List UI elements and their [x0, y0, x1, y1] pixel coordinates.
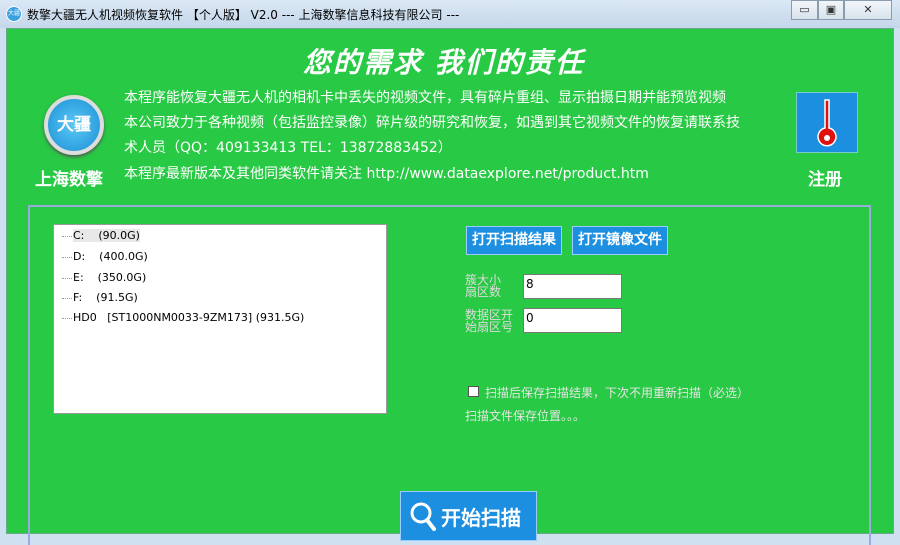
slogan: 您的需求 我们的责任: [303, 46, 585, 79]
start-scan-label: 开始扫描: [441, 505, 521, 530]
search-icon: [410, 502, 436, 531]
open-scan-result-button[interactable]: 打开扫描结果: [466, 226, 562, 255]
title-bar: 大疆 数擎大疆无人机视频恢复软件 【个人版】 V2.0 --- 上海数擎信息科技…: [0, 0, 900, 28]
close-button[interactable]: ✕: [844, 0, 892, 20]
data-start-input[interactable]: 0: [523, 308, 622, 333]
drive-item[interactable]: E: (350.0G): [62, 271, 146, 284]
maximize-button[interactable]: ▣: [818, 0, 844, 20]
data-start-label: 数据区开始扇区号: [465, 308, 514, 334]
drive-tree[interactable]: C: (90.0G) D: (400.0G) E: (350.0G) F: (9…: [53, 224, 387, 414]
drive-item[interactable]: HD0 [ST1000NM0033-9ZM173] (931.5G): [62, 311, 304, 324]
minimize-button[interactable]: ▭: [791, 0, 818, 20]
key-icon: [817, 98, 837, 147]
register-label[interactable]: 注册: [808, 165, 842, 190]
window-title: 数擎大疆无人机视频恢复软件 【个人版】 V2.0 --- 上海数擎信息科技有限公…: [27, 8, 460, 22]
save-scan-label[interactable]: 扫描后保存扫描结果，下次不用重新扫描（必选）: [485, 384, 749, 401]
main-window: 您的需求 我们的责任 大疆 上海数擎 本程序能恢复大疆无人机的相机卡中丢失的视频…: [6, 28, 894, 545]
drive-item[interactable]: C: (90.0G): [62, 229, 140, 242]
app-icon: 大疆: [6, 6, 22, 22]
company-name: 上海数擎: [35, 170, 103, 190]
open-image-file-button[interactable]: 打开镜像文件: [572, 226, 668, 255]
save-location-link[interactable]: 扫描文件保存位置。。。: [465, 407, 585, 424]
register-button[interactable]: [796, 92, 858, 153]
cluster-size-label: 簇大小扇区数: [465, 273, 502, 299]
info-line: 本程序能恢复大疆无人机的相机卡中丢失的视频文件，具有碎片重组、显示拍摄日期并能预…: [124, 90, 726, 106]
drive-item[interactable]: F: (91.5G): [62, 291, 138, 304]
drive-item[interactable]: D: (400.0G): [62, 250, 148, 263]
info-line: 术人员（QQ：409133413 TEL：13872883452）: [124, 140, 452, 156]
info-link[interactable]: 本程序最新版本及其他同类软件请关注 http://www.dataexplore…: [124, 163, 649, 183]
cluster-size-input[interactable]: 8: [523, 274, 622, 299]
info-line: 本公司致力于各种视频（包括监控录像）碎片级的研究和恢复，如遇到其它视频文件的恢复…: [124, 115, 740, 131]
save-scan-checkbox[interactable]: [468, 386, 479, 397]
logo-icon: 大疆: [44, 95, 104, 155]
